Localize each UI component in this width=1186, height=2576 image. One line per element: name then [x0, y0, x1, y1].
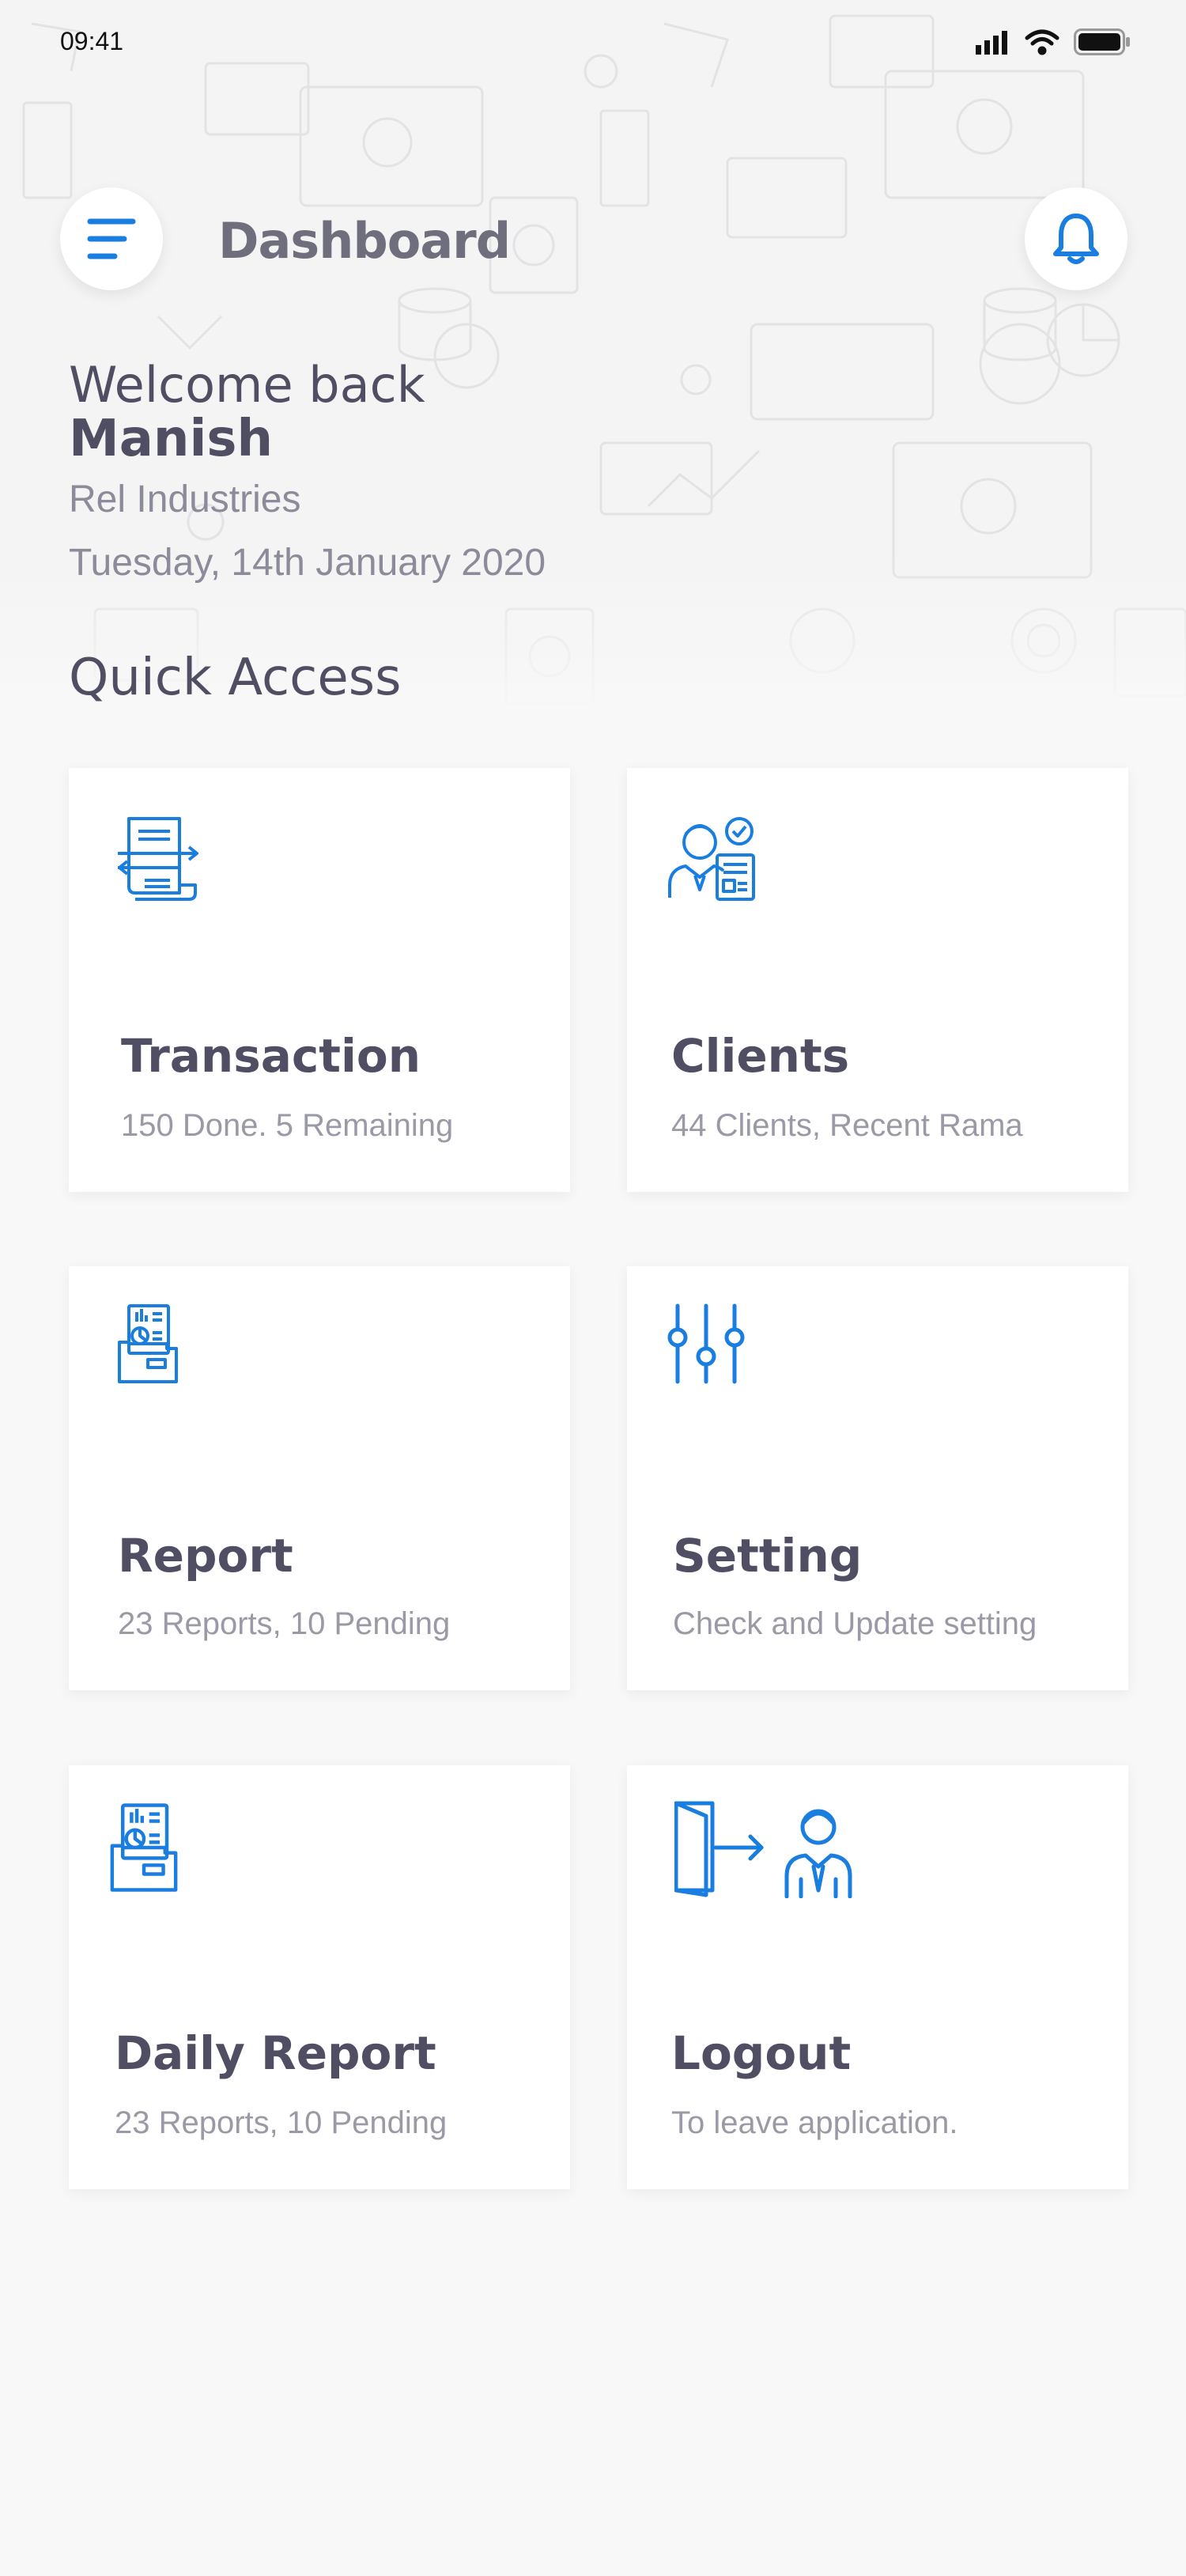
report-icon [118, 1304, 178, 1383]
page-title: Dashboard [218, 212, 511, 270]
bell-icon [1053, 214, 1099, 264]
transaction-card[interactable]: Transaction 150 Done. 5 Remaining [69, 768, 570, 1192]
card-subtitle: To leave application. [671, 2105, 958, 2140]
card-subtitle: Check and Update setting [673, 1606, 1037, 1641]
daily-report-icon [110, 1803, 178, 1892]
status-time: 09:41 [60, 27, 124, 55]
logout-icon [674, 1801, 852, 1898]
menu-button[interactable] [60, 187, 163, 290]
card-title: Clients [671, 1029, 850, 1083]
card-subtitle: 23 Reports, 10 Pending [115, 2105, 448, 2140]
card-subtitle: 23 Reports, 10 Pending [118, 1606, 451, 1641]
wifi-icon [1025, 28, 1059, 59]
card-subtitle: 44 Clients, Recent Rama [671, 1108, 1023, 1143]
current-date: Tuesday, 14th January 2020 [69, 542, 546, 584]
signal-icon [976, 29, 1010, 59]
user-name: Manish [69, 410, 274, 468]
setting-card[interactable]: Setting Check and Update setting [627, 1266, 1128, 1690]
quick-access-title: Quick Access [69, 649, 402, 707]
menu-icon [87, 218, 136, 259]
logout-card[interactable]: Logout To leave application. [627, 1765, 1128, 2189]
company-name: Rel Industries [69, 479, 301, 520]
card-title: Daily Report [115, 2026, 436, 2080]
card-title: Transaction [121, 1029, 421, 1083]
status-bar: 09:41 [0, 0, 1186, 79]
card-title: Report [118, 1529, 293, 1583]
card-title: Setting [673, 1529, 863, 1583]
battery-icon [1074, 28, 1131, 59]
clients-card[interactable]: Clients 44 Clients, Recent Rama [627, 768, 1128, 1192]
card-subtitle: 150 Done. 5 Remaining [121, 1108, 454, 1143]
card-title: Logout [671, 2026, 852, 2080]
sliders-icon [667, 1303, 745, 1384]
transaction-icon [118, 817, 198, 901]
clients-icon [668, 817, 755, 901]
welcome-text: Welcome back [69, 356, 425, 414]
report-card[interactable]: Report 23 Reports, 10 Pending [69, 1266, 570, 1690]
daily-report-card[interactable]: Daily Report 23 Reports, 10 Pending [69, 1765, 570, 2189]
notifications-button[interactable] [1025, 187, 1127, 290]
